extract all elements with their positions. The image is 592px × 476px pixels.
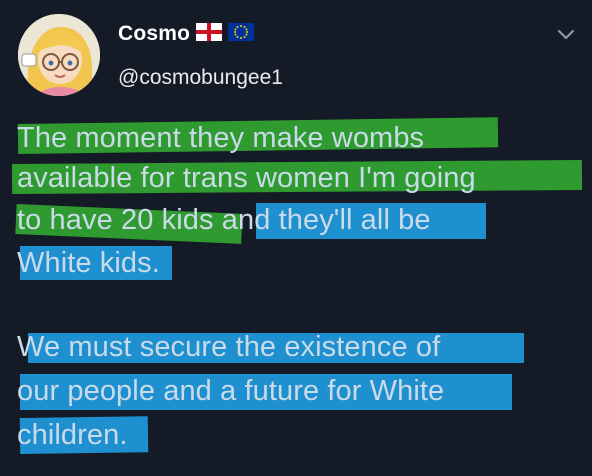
- tweet-line-6: our people and a future for White: [17, 375, 445, 407]
- tweet-line-4: White kids.: [17, 247, 160, 279]
- eu-flag-icon: [228, 22, 255, 46]
- tweet-line-2: available for trans women I'm going: [17, 162, 476, 194]
- avatar[interactable]: [18, 14, 100, 96]
- tweet: Cosmo @cosmobungee1 The moment they make…: [0, 0, 592, 476]
- tweet-line-3a: to have 20 kids: [17, 204, 214, 236]
- england-flag-icon: [196, 22, 223, 46]
- display-name[interactable]: Cosmo: [118, 22, 190, 46]
- tweet-line-3: to have 20 kids and they'll all be: [17, 204, 431, 236]
- tweet-line-5: We must secure the existence of: [17, 331, 441, 363]
- name-row: Cosmo: [118, 22, 255, 46]
- avatar-illustration: [18, 14, 100, 96]
- tweet-line-1: The moment they make wombs: [17, 122, 425, 154]
- tweet-line-7: children.: [17, 419, 128, 451]
- tweet-line-3b: and they'll all be: [221, 204, 431, 236]
- user-handle[interactable]: @cosmobungee1: [118, 66, 283, 90]
- chevron-down-icon[interactable]: [556, 28, 576, 42]
